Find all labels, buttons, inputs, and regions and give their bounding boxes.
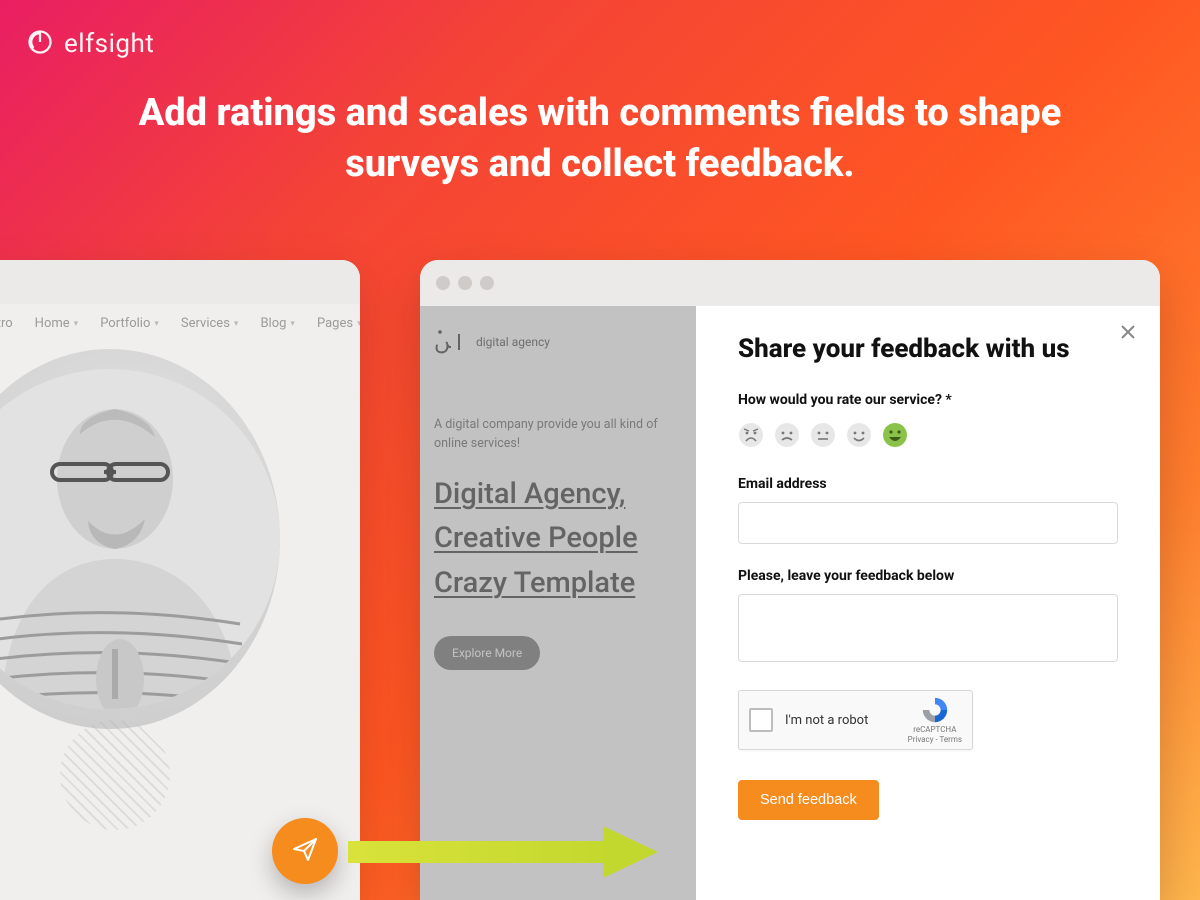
foreground-window: ﮟ digital agency A digital company provi… — [420, 260, 1160, 900]
recaptcha-brand: reCAPTCHA Privacy - Terms — [908, 695, 962, 744]
rating-happy[interactable] — [846, 422, 872, 448]
window-chrome — [0, 260, 360, 304]
rating-very-unhappy[interactable] — [738, 422, 764, 448]
window-chrome — [420, 260, 1160, 306]
chevron-down-icon: ▾ — [74, 319, 79, 329]
background-window-left: Intro Home▾ Portfolio▾ Services▾ Blog▾ P… — [0, 260, 360, 900]
site-nav: Intro Home▾ Portfolio▾ Services▾ Blog▾ P… — [0, 304, 360, 339]
recaptcha-widget[interactable]: I'm not a robot reCAPTCHA Privacy - Term… — [738, 690, 973, 750]
svg-text:ﮟ: ﮟ — [434, 328, 451, 354]
rating-unhappy[interactable] — [774, 422, 800, 448]
site-heading: Digital Agency, Creative People Crazy Te… — [434, 472, 682, 607]
feedback-label: Please, leave your feedback below — [738, 568, 1118, 584]
email-field[interactable] — [738, 502, 1118, 544]
recaptcha-label: I'm not a robot — [785, 713, 896, 728]
rating-very-happy-selected[interactable] — [882, 422, 908, 448]
feedback-textarea[interactable] — [738, 594, 1118, 662]
site-logo-text: digital agency — [476, 335, 550, 349]
traffic-light-icon — [436, 276, 450, 290]
chevron-down-icon: ▾ — [154, 319, 159, 329]
nav-item[interactable]: Services▾ — [181, 316, 239, 331]
nav-item[interactable]: Blog▾ — [260, 316, 295, 331]
indicator-arrow-icon — [348, 824, 658, 880]
brand-name: elfsight — [64, 29, 154, 59]
nav-item[interactable]: Pages▾ — [317, 316, 360, 331]
hero-portrait — [0, 349, 280, 729]
send-feedback-button[interactable]: Send feedback — [738, 780, 879, 820]
site-logo: ﮟ digital agency — [434, 328, 682, 356]
chevron-down-icon: ▾ — [290, 319, 295, 329]
chevron-down-icon: ▾ — [357, 319, 360, 329]
traffic-light-icon — [458, 276, 472, 290]
nav-item[interactable]: Home▾ — [35, 316, 79, 331]
explore-more-button[interactable]: Explore More — [434, 636, 540, 670]
page-headline: Add ratings and scales with comments fie… — [0, 88, 1200, 191]
email-label: Email address — [738, 476, 1118, 492]
recaptcha-checkbox[interactable] — [749, 708, 773, 732]
paper-plane-icon — [291, 835, 319, 867]
rating-neutral[interactable] — [810, 422, 836, 448]
nav-item[interactable]: Portfolio▾ — [100, 316, 159, 331]
open-form-fab[interactable] — [272, 818, 338, 884]
rating-question-label: How would you rate our service? * — [738, 392, 1118, 408]
elfsight-icon — [26, 28, 54, 60]
close-icon[interactable] — [1120, 324, 1136, 344]
brand-logo: elfsight — [26, 28, 154, 60]
nav-item[interactable]: Intro — [0, 316, 13, 331]
background-site-panel: ﮟ digital agency A digital company provi… — [420, 306, 696, 900]
chevron-down-icon: ▾ — [234, 319, 239, 329]
rating-scale — [738, 422, 1118, 448]
site-subtitle: A digital company provide you all kind o… — [434, 416, 682, 454]
form-title: Share your feedback with us — [738, 334, 1118, 364]
decorative-dots — [60, 720, 170, 830]
traffic-light-icon — [480, 276, 494, 290]
feedback-form: Share your feedback with us How would yo… — [696, 306, 1160, 900]
